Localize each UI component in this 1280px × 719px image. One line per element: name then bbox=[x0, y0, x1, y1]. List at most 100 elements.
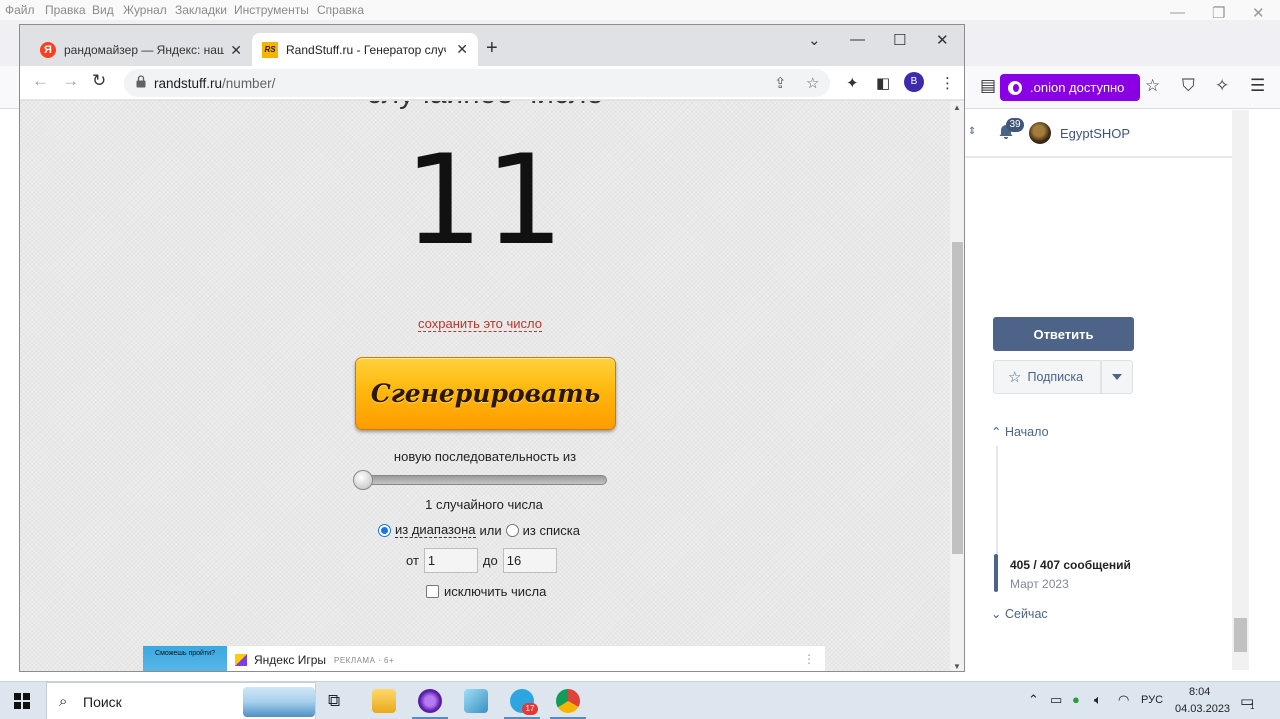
clock-time[interactable]: 8:04 bbox=[1189, 686, 1210, 698]
hamburger-menu-icon[interactable]: ☰ bbox=[1250, 76, 1265, 96]
avatar[interactable] bbox=[1029, 122, 1051, 144]
chrome-maximize-icon[interactable]: ☐ bbox=[893, 31, 906, 49]
chrome-close-icon[interactable]: ✕ bbox=[936, 31, 949, 49]
subscribe-label: Подписка bbox=[1027, 370, 1084, 384]
task-view-icon[interactable]: ⧉ bbox=[328, 691, 340, 711]
tab-search-icon[interactable]: ⌄ bbox=[808, 31, 821, 49]
count-slider-track[interactable] bbox=[354, 475, 607, 485]
battery-icon[interactable]: ▭ bbox=[1050, 692, 1062, 708]
profile-avatar[interactable]: B bbox=[904, 72, 924, 92]
more-menu-icon[interactable]: ⋮ bbox=[940, 74, 955, 92]
reload-icon[interactable]: ↻ bbox=[92, 71, 106, 91]
yandex-games-logo-icon bbox=[235, 654, 247, 666]
menu-view[interactable]: Вид bbox=[92, 3, 114, 17]
app-icon[interactable] bbox=[464, 689, 488, 713]
tab-randstuff[interactable]: RS RandStuff.ru - Генератор случай ✕ bbox=[252, 33, 478, 66]
jump-to-start-link[interactable]: ⌃ Начало bbox=[991, 424, 1049, 439]
generated-number: 11 bbox=[404, 129, 566, 273]
ad-banner[interactable]: Сможешь пройти? Яндекс Игры РЕКЛАМА · 6+… bbox=[143, 645, 825, 671]
ad-more-icon[interactable]: ⋮ bbox=[803, 652, 815, 666]
tray-expand-icon[interactable]: ⌃ bbox=[1028, 692, 1039, 708]
windows-start-icon[interactable] bbox=[14, 693, 30, 709]
new-tab-icon[interactable]: + bbox=[486, 37, 498, 60]
extensions-icon[interactable]: ✦ bbox=[846, 74, 859, 92]
new-identity-icon[interactable]: ✧ bbox=[1215, 76, 1229, 96]
timeline-track bbox=[996, 446, 998, 554]
chrome-minimize-icon[interactable]: — bbox=[850, 31, 865, 48]
mode-selector: из диапазона или из списка bbox=[378, 522, 580, 538]
save-number-link[interactable]: сохранить это число bbox=[418, 316, 542, 332]
page-heading: случайное число bbox=[20, 101, 950, 111]
from-input[interactable]: 1 bbox=[423, 548, 478, 573]
scroll-down-icon[interactable]: ▼ bbox=[953, 662, 961, 671]
reply-button[interactable]: Ответить bbox=[993, 317, 1134, 351]
range-option-label[interactable]: из диапазона bbox=[395, 522, 476, 538]
messages-date: Март 2023 bbox=[1010, 577, 1069, 591]
tray-app-icon[interactable]: ● bbox=[1072, 692, 1080, 707]
subscribe-dropdown-button[interactable] bbox=[1101, 360, 1133, 394]
ad-title[interactable]: Яндекс Игры bbox=[254, 653, 326, 667]
chrome-window: Я рандомайзер — Яндекс: нашло ✕ RS RandS… bbox=[19, 24, 965, 672]
url-path: /number/ bbox=[222, 76, 276, 91]
mode-or-label: или bbox=[479, 522, 502, 538]
menu-bookmarks[interactable]: Закладки bbox=[175, 3, 227, 17]
language-indicator[interactable]: РУС bbox=[1141, 694, 1163, 706]
ad-thumbnail[interactable]: Сможешь пройти? bbox=[143, 646, 227, 671]
onion-available-button[interactable]: .onion доступно bbox=[1000, 74, 1140, 101]
jump-to-now-link[interactable]: ⌄ Сейчас bbox=[991, 606, 1048, 621]
menu-edit[interactable]: Правка bbox=[45, 3, 86, 17]
address-bar[interactable]: randstuff.ru/number/ ⇪ ☆ bbox=[124, 69, 830, 97]
username-link[interactable]: EgyptSHOP bbox=[1060, 126, 1130, 141]
menu-history[interactable]: Журнал bbox=[123, 3, 167, 17]
url-text[interactable]: randstuff.ru/number/ bbox=[154, 76, 275, 91]
back-icon[interactable]: ← bbox=[32, 71, 49, 91]
page-scrollbar-thumb[interactable] bbox=[952, 242, 963, 554]
menu-file[interactable]: Файл bbox=[5, 3, 35, 17]
onion-icon bbox=[1008, 80, 1022, 95]
yandex-favicon-icon: Я bbox=[40, 42, 56, 58]
exclude-label[interactable]: исключить числа bbox=[444, 584, 546, 599]
close-tab-icon[interactable]: ✕ bbox=[456, 41, 468, 58]
search-placeholder: Поиск bbox=[83, 694, 122, 710]
taskbar-search[interactable]: ⌕ Поиск bbox=[46, 682, 316, 719]
timeline-handle[interactable] bbox=[994, 554, 998, 592]
sort-icon[interactable]: ⇕ bbox=[968, 126, 976, 137]
reader-view-icon[interactable]: ▤ bbox=[980, 76, 996, 96]
share-icon[interactable]: ⇪ bbox=[774, 74, 787, 92]
scroll-up-icon[interactable]: ▲ bbox=[953, 103, 961, 112]
onion-available-label: .onion доступно bbox=[1030, 80, 1125, 95]
file-explorer-icon[interactable] bbox=[372, 689, 396, 713]
tor-scrollbar-thumb[interactable] bbox=[1234, 618, 1247, 652]
range-radio[interactable] bbox=[378, 523, 391, 537]
tor-menubar: Файл Правка Вид Журнал Закладки Инструме… bbox=[0, 0, 1280, 20]
side-panel-icon[interactable]: ◧ bbox=[876, 74, 890, 92]
menu-tools[interactable]: Инструменты bbox=[234, 3, 309, 17]
chrome-icon[interactable] bbox=[556, 689, 580, 713]
network-icon[interactable]: ◠ bbox=[1118, 692, 1129, 708]
tor-minimize-icon[interactable]: — bbox=[1170, 4, 1185, 21]
list-option-label[interactable]: из списка bbox=[523, 523, 580, 538]
subscribe-button[interactable]: ☆ Подписка bbox=[993, 360, 1101, 394]
tor-scrollbar[interactable] bbox=[1232, 110, 1249, 670]
bookmark-star-icon[interactable]: ☆ bbox=[806, 74, 819, 92]
bookmark-star-icon[interactable]: ☆ bbox=[1145, 76, 1160, 96]
menu-help[interactable]: Справка bbox=[317, 3, 364, 17]
generate-button[interactable]: Сгенерировать bbox=[355, 357, 616, 430]
chevron-down-icon bbox=[1112, 374, 1122, 380]
to-input[interactable]: 16 bbox=[502, 548, 557, 573]
exclude-checkbox[interactable] bbox=[426, 585, 439, 598]
close-tab-icon[interactable]: ✕ bbox=[230, 42, 242, 59]
count-slider-handle[interactable] bbox=[353, 470, 373, 490]
lock-icon[interactable] bbox=[136, 75, 146, 88]
page-viewport: случайное число 11 сохранить это число С… bbox=[20, 101, 950, 671]
jump-to-now-label: Сейчас bbox=[1004, 607, 1048, 621]
double-chevron-up-icon: ⌃ bbox=[991, 425, 1002, 439]
list-radio[interactable] bbox=[505, 523, 519, 537]
shield-icon[interactable]: ⛉ bbox=[1182, 76, 1195, 96]
clock-date[interactable]: 04.03.2023 bbox=[1175, 703, 1230, 715]
tab-yandex[interactable]: Я рандомайзер — Яндекс: нашло ✕ bbox=[30, 35, 252, 65]
forward-icon[interactable]: → bbox=[62, 71, 79, 91]
tor-browser-icon[interactable] bbox=[418, 689, 442, 713]
notifications-badge: 39 bbox=[1006, 118, 1024, 132]
volume-icon[interactable]: 🔈︎ bbox=[1094, 692, 1102, 708]
